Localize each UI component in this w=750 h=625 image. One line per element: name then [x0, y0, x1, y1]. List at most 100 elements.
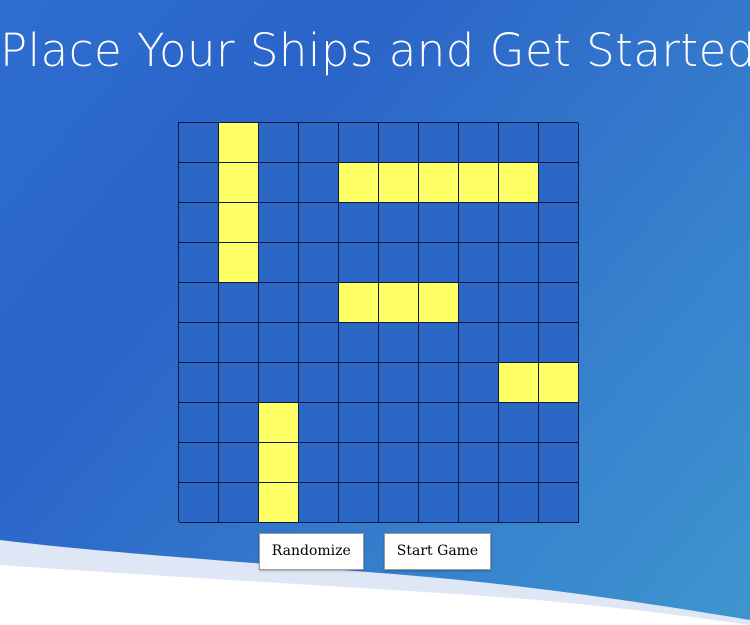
ship-cell[interactable]: [419, 283, 459, 323]
water-cell[interactable]: [539, 163, 579, 203]
water-cell[interactable]: [379, 403, 419, 443]
water-cell[interactable]: [339, 323, 379, 363]
water-cell[interactable]: [299, 123, 339, 163]
ship-cell[interactable]: [379, 283, 419, 323]
water-cell[interactable]: [539, 283, 579, 323]
water-cell[interactable]: [499, 203, 539, 243]
water-cell[interactable]: [499, 243, 539, 283]
water-cell[interactable]: [259, 323, 299, 363]
water-cell[interactable]: [339, 363, 379, 403]
water-cell[interactable]: [299, 283, 339, 323]
ship-cell[interactable]: [539, 363, 579, 403]
ship-cell[interactable]: [419, 163, 459, 203]
water-cell[interactable]: [499, 123, 539, 163]
water-cell[interactable]: [299, 443, 339, 483]
water-cell[interactable]: [179, 243, 219, 283]
water-cell[interactable]: [459, 243, 499, 283]
ship-cell[interactable]: [339, 283, 379, 323]
water-cell[interactable]: [499, 283, 539, 323]
water-cell[interactable]: [459, 323, 499, 363]
water-cell[interactable]: [219, 323, 259, 363]
water-cell[interactable]: [459, 123, 499, 163]
ship-cell[interactable]: [259, 443, 299, 483]
water-cell[interactable]: [259, 203, 299, 243]
water-cell[interactable]: [539, 203, 579, 243]
water-cell[interactable]: [219, 283, 259, 323]
ship-cell[interactable]: [339, 163, 379, 203]
ship-cell[interactable]: [219, 243, 259, 283]
water-cell[interactable]: [179, 203, 219, 243]
water-cell[interactable]: [259, 363, 299, 403]
water-cell[interactable]: [419, 123, 459, 163]
water-cell[interactable]: [179, 123, 219, 163]
ship-placement-grid[interactable]: [178, 122, 579, 523]
water-cell[interactable]: [179, 163, 219, 203]
water-cell[interactable]: [299, 163, 339, 203]
randomize-button[interactable]: Randomize: [258, 533, 364, 570]
ship-cell[interactable]: [499, 363, 539, 403]
water-cell[interactable]: [419, 323, 459, 363]
water-cell[interactable]: [499, 443, 539, 483]
water-cell[interactable]: [379, 203, 419, 243]
water-cell[interactable]: [179, 283, 219, 323]
water-cell[interactable]: [539, 123, 579, 163]
ship-cell[interactable]: [259, 403, 299, 443]
water-cell[interactable]: [299, 203, 339, 243]
water-cell[interactable]: [379, 323, 419, 363]
water-cell[interactable]: [379, 443, 419, 483]
water-cell[interactable]: [459, 403, 499, 443]
ship-cell[interactable]: [219, 123, 259, 163]
water-cell[interactable]: [419, 363, 459, 403]
water-cell[interactable]: [339, 243, 379, 283]
ship-cell[interactable]: [459, 163, 499, 203]
water-cell[interactable]: [179, 363, 219, 403]
water-cell[interactable]: [179, 483, 219, 523]
start-game-button[interactable]: Start Game: [383, 533, 492, 570]
water-cell[interactable]: [299, 363, 339, 403]
water-cell[interactable]: [379, 483, 419, 523]
ship-cell[interactable]: [219, 203, 259, 243]
water-cell[interactable]: [219, 443, 259, 483]
water-cell[interactable]: [419, 483, 459, 523]
water-cell[interactable]: [499, 403, 539, 443]
water-cell[interactable]: [499, 323, 539, 363]
water-cell[interactable]: [259, 243, 299, 283]
water-cell[interactable]: [179, 323, 219, 363]
ship-cell[interactable]: [499, 163, 539, 203]
water-cell[interactable]: [299, 483, 339, 523]
water-cell[interactable]: [339, 483, 379, 523]
water-cell[interactable]: [539, 243, 579, 283]
water-cell[interactable]: [459, 443, 499, 483]
water-cell[interactable]: [379, 123, 419, 163]
water-cell[interactable]: [179, 443, 219, 483]
water-cell[interactable]: [539, 403, 579, 443]
water-cell[interactable]: [259, 123, 299, 163]
water-cell[interactable]: [539, 483, 579, 523]
water-cell[interactable]: [299, 403, 339, 443]
water-cell[interactable]: [219, 403, 259, 443]
water-cell[interactable]: [459, 363, 499, 403]
water-cell[interactable]: [459, 203, 499, 243]
water-cell[interactable]: [419, 443, 459, 483]
ship-cell[interactable]: [219, 163, 259, 203]
water-cell[interactable]: [299, 323, 339, 363]
water-cell[interactable]: [339, 443, 379, 483]
water-cell[interactable]: [459, 483, 499, 523]
water-cell[interactable]: [459, 283, 499, 323]
water-cell[interactable]: [339, 403, 379, 443]
water-cell[interactable]: [379, 363, 419, 403]
water-cell[interactable]: [219, 363, 259, 403]
water-cell[interactable]: [339, 123, 379, 163]
water-cell[interactable]: [299, 243, 339, 283]
water-cell[interactable]: [539, 323, 579, 363]
water-cell[interactable]: [419, 203, 459, 243]
water-cell[interactable]: [379, 243, 419, 283]
ship-cell[interactable]: [259, 483, 299, 523]
ship-cell[interactable]: [379, 163, 419, 203]
water-cell[interactable]: [259, 163, 299, 203]
water-cell[interactable]: [419, 403, 459, 443]
water-cell[interactable]: [179, 403, 219, 443]
water-cell[interactable]: [259, 283, 299, 323]
water-cell[interactable]: [539, 443, 579, 483]
water-cell[interactable]: [499, 483, 539, 523]
